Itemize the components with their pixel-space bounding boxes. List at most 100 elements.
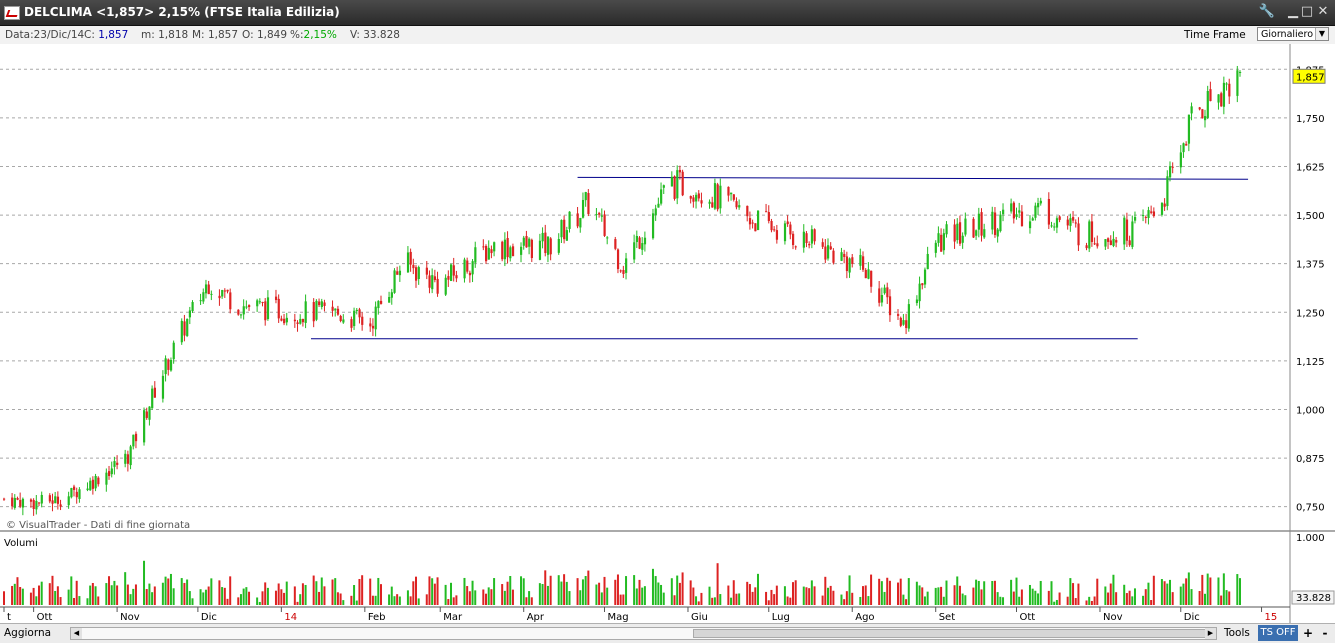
candle-body — [320, 301, 323, 307]
volume-bar — [1166, 583, 1169, 605]
price-tick-label: 0,875 — [1296, 454, 1325, 465]
candle-body — [563, 219, 566, 240]
candle-body — [1050, 225, 1053, 227]
candle-body — [331, 306, 334, 311]
volume-bar — [204, 589, 207, 605]
volume-bar — [223, 587, 226, 605]
volume-bar — [493, 578, 496, 605]
candle-body — [770, 220, 773, 231]
candle-body — [431, 275, 434, 290]
volume-bar — [732, 580, 735, 605]
candle-body — [727, 186, 730, 196]
volume-bar — [436, 577, 439, 605]
volume-bar — [1203, 593, 1206, 605]
volume-bar — [767, 600, 770, 605]
tools-button[interactable]: Tools — [1224, 626, 1250, 640]
ts-toggle-button[interactable]: TS OFF — [1258, 625, 1298, 641]
volume-bar — [1112, 574, 1115, 605]
volume-bar — [1058, 592, 1061, 605]
price-chart[interactable]: 1,8751,7501,6251,5001,3751,2501,1251,000… — [0, 44, 1335, 623]
last-price-label: 1,857 — [1296, 72, 1325, 83]
refresh-button[interactable]: Aggiorna — [4, 626, 51, 640]
volume-bar — [191, 598, 194, 605]
candle-body — [821, 242, 824, 247]
candle-body — [716, 184, 719, 210]
candle-body — [1166, 176, 1169, 207]
date-tick-label: Feb — [368, 612, 386, 623]
candle-body — [878, 288, 881, 303]
volume-bar — [888, 580, 891, 605]
volume-bar — [619, 594, 622, 605]
candle-body — [765, 211, 768, 213]
candle-body — [151, 388, 154, 409]
candle-body — [450, 264, 453, 281]
candle-body — [905, 320, 908, 329]
volume-bar — [878, 578, 881, 605]
price-tick-label: 1,250 — [1296, 308, 1325, 319]
volume-bar — [1047, 590, 1050, 605]
volume-bar — [67, 589, 70, 605]
candle-body — [59, 504, 62, 507]
candle-body — [350, 319, 353, 328]
volume-bar — [670, 578, 673, 605]
volume-bar — [511, 589, 514, 605]
candle-body — [1179, 152, 1182, 168]
candle-body — [51, 500, 54, 504]
volume-bar — [91, 582, 94, 605]
candle-body — [485, 245, 488, 262]
volume-bar — [455, 595, 458, 605]
candle-body — [638, 237, 641, 249]
open-field: O: 1,849 — [242, 29, 288, 41]
candle-body — [210, 293, 213, 295]
candle-body — [1171, 166, 1174, 168]
volume-bar — [557, 575, 560, 605]
candle-body — [1228, 83, 1231, 97]
candle-body — [1055, 218, 1059, 228]
chevron-down-icon[interactable]: ▼ — [1315, 28, 1328, 40]
volume-bar — [274, 590, 277, 605]
candle-body — [94, 475, 97, 489]
candle-body — [783, 223, 787, 242]
tools-icon[interactable]: 🔧 — [1258, 3, 1276, 21]
candle-body — [468, 272, 472, 276]
volume-bar — [660, 584, 663, 605]
candle-body — [695, 194, 698, 202]
candle-body — [369, 323, 372, 327]
horizontal-scrollbar[interactable]: ◀ ▶ — [70, 627, 1217, 640]
volume-bar — [520, 576, 523, 605]
scroll-left-icon[interactable]: ◀ — [71, 628, 82, 639]
volume-bar — [770, 589, 773, 605]
scroll-right-icon[interactable]: ▶ — [1205, 628, 1216, 639]
volume-bar — [415, 576, 417, 605]
candle-body — [226, 289, 229, 292]
volume-bar — [999, 596, 1002, 605]
volume-bar — [735, 593, 738, 605]
volume-bar — [560, 581, 563, 605]
volume-bar — [444, 584, 447, 605]
volume-bar — [1222, 573, 1225, 605]
volume-bar — [918, 585, 921, 605]
candle-body — [786, 221, 789, 225]
close-icon[interactable]: ✕ — [1314, 3, 1332, 21]
candle-body — [266, 297, 270, 320]
candle-body — [1028, 221, 1032, 229]
volume-bar — [719, 594, 722, 605]
candle-body — [16, 498, 19, 500]
volume-bar — [312, 575, 315, 605]
candle-body — [11, 497, 14, 507]
volume-bar — [358, 578, 361, 605]
zoom-out-button[interactable]: - — [1318, 625, 1332, 641]
candle-body — [172, 342, 175, 360]
volume-bar — [1088, 596, 1091, 605]
candle-body — [581, 199, 585, 218]
zoom-in-button[interactable]: + — [1301, 625, 1315, 641]
candle-body — [129, 446, 132, 466]
candle-body — [859, 254, 862, 266]
candle-body — [805, 233, 808, 244]
volume-bar — [388, 594, 391, 605]
timeframe-select[interactable]: Giornaliero ▼ — [1257, 27, 1329, 41]
volume-bar — [1072, 583, 1075, 605]
price-tick-label: 1,750 — [1296, 114, 1325, 125]
candle-body — [1203, 116, 1207, 121]
scrollbar-thumb[interactable] — [693, 629, 1213, 638]
